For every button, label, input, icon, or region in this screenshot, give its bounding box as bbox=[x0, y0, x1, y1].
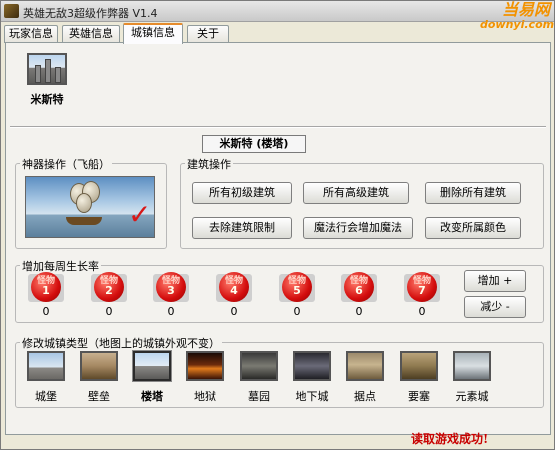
growth-group: 增加每周生长率 怪物 1 0 怪物 2 0 怪物 3 0 怪物 4 0 怪物 5… bbox=[15, 258, 544, 323]
building-group: 建筑操作 所有初级建筑 所有高级建筑 删除所有建筑 去除建筑限制 魔法行会增加魔… bbox=[180, 156, 544, 249]
airship-image[interactable]: ✓ bbox=[25, 176, 155, 238]
growth-count: 0 bbox=[105, 305, 113, 318]
decrease-button[interactable]: 减少 - bbox=[464, 296, 526, 318]
town-type-necropolis[interactable]: 墓园 bbox=[235, 351, 283, 404]
change-owner-color-button[interactable]: 改变所属颜色 bbox=[425, 217, 521, 239]
town-type-conflux[interactable]: 元素城 bbox=[448, 351, 496, 404]
dungeon-thumbnail[interactable] bbox=[293, 351, 331, 381]
all-advanced-buildings-button[interactable]: 所有高级建筑 bbox=[303, 182, 409, 204]
growth-orb-3[interactable]: 怪物 3 0 bbox=[151, 272, 191, 318]
castle-thumbnail[interactable] bbox=[27, 351, 65, 381]
growth-count: 0 bbox=[355, 305, 363, 318]
delete-all-buildings-button[interactable]: 删除所有建筑 bbox=[425, 182, 521, 204]
type-label: 楼塔 bbox=[141, 390, 163, 403]
town-type-group: 修改城镇类型（地图上的城镇外观不变） 城堡 壁垒 楼塔 地狱 墓园 地下城 据点… bbox=[15, 335, 544, 408]
tower-thumbnail[interactable] bbox=[133, 351, 171, 381]
town-type-group-label: 修改城镇类型（地图上的城镇外观不变） bbox=[20, 335, 222, 351]
town-type-stronghold[interactable]: 据点 bbox=[341, 351, 389, 404]
artifact-group-label: 神器操作（飞船） bbox=[20, 156, 112, 172]
town-title-box: 米斯特 (楼塔) bbox=[202, 135, 306, 153]
town-type-dungeon[interactable]: 地下城 bbox=[288, 351, 336, 404]
inferno-thumbnail[interactable] bbox=[186, 351, 224, 381]
type-label: 城堡 bbox=[35, 390, 57, 403]
type-label: 地下城 bbox=[295, 390, 329, 403]
necropolis-thumbnail[interactable] bbox=[240, 351, 278, 381]
increase-button[interactable]: 增加 + bbox=[464, 270, 526, 292]
window-title: 英雄无敌3超级作弊器 V1.4 bbox=[23, 7, 158, 20]
app-icon bbox=[4, 4, 19, 18]
type-label: 墓园 bbox=[248, 390, 270, 403]
type-label: 据点 bbox=[354, 390, 376, 403]
town-thumbnail[interactable] bbox=[27, 53, 67, 85]
growth-count: 0 bbox=[42, 305, 50, 318]
remove-build-limit-button[interactable]: 去除建筑限制 bbox=[192, 217, 292, 239]
tab-hero-info[interactable]: 英雄信息 bbox=[62, 25, 120, 43]
town-card[interactable]: 米斯特 bbox=[23, 53, 71, 107]
checkmark-icon: ✓ bbox=[128, 198, 152, 231]
growth-count: 0 bbox=[418, 305, 426, 318]
building-group-label: 建筑操作 bbox=[185, 156, 233, 172]
divider bbox=[10, 126, 546, 128]
type-label: 地狱 bbox=[194, 390, 216, 403]
brand-main: 当易网 bbox=[501, 0, 550, 19]
stronghold-thumbnail[interactable] bbox=[346, 351, 384, 381]
growth-orb-1[interactable]: 怪物 1 0 bbox=[26, 272, 66, 318]
town-type-tower[interactable]: 楼塔 bbox=[128, 351, 176, 404]
town-info-page: 米斯特 米斯特 (楼塔) 神器操作（飞船） ✓ 建筑操作 所有初级建筑 所有高级… bbox=[5, 42, 551, 435]
main-window: 英雄无敌3超级作弊器 V1.4 当易网 downyi.com 玩家信息 英雄信息… bbox=[0, 0, 555, 450]
monster-orb[interactable]: 怪物 4 bbox=[219, 272, 249, 302]
conflux-thumbnail[interactable] bbox=[453, 351, 491, 381]
growth-orb-5[interactable]: 怪物 5 0 bbox=[277, 272, 317, 318]
monster-orb[interactable]: 怪物 5 bbox=[282, 272, 312, 302]
growth-orb-2[interactable]: 怪物 2 0 bbox=[89, 272, 129, 318]
monster-orb[interactable]: 怪物 2 bbox=[94, 272, 124, 302]
tab-about[interactable]: 关于 bbox=[187, 25, 229, 43]
type-label: 壁垒 bbox=[88, 390, 110, 403]
monster-orb[interactable]: 怪物 3 bbox=[156, 272, 186, 302]
growth-orb-4[interactable]: 怪物 4 0 bbox=[214, 272, 254, 318]
town-name: 米斯特 bbox=[30, 93, 64, 106]
all-basic-buildings-button[interactable]: 所有初级建筑 bbox=[192, 182, 292, 204]
tab-town-info[interactable]: 城镇信息 bbox=[123, 23, 183, 44]
rampart-thumbnail[interactable] bbox=[80, 351, 118, 381]
tab-player-info[interactable]: 玩家信息 bbox=[4, 25, 58, 43]
monster-orb[interactable]: 怪物 1 bbox=[31, 272, 61, 302]
growth-count: 0 bbox=[167, 305, 175, 318]
mage-guild-add-spells-button[interactable]: 魔法行会增加魔法 bbox=[303, 217, 413, 239]
type-label: 元素城 bbox=[455, 390, 489, 403]
growth-orb-6[interactable]: 怪物 6 0 bbox=[339, 272, 379, 318]
monster-orb[interactable]: 怪物 6 bbox=[344, 272, 374, 302]
growth-count: 0 bbox=[293, 305, 301, 318]
town-type-rampart[interactable]: 壁垒 bbox=[75, 351, 123, 404]
status-message: 读取游戏成功! bbox=[411, 432, 489, 446]
title-bar[interactable]: 英雄无敌3超级作弊器 V1.4 当易网 downyi.com bbox=[1, 1, 554, 30]
growth-count: 0 bbox=[230, 305, 238, 318]
brand-watermark: 当易网 downyi.com bbox=[480, 0, 555, 31]
type-label: 要塞 bbox=[408, 390, 430, 403]
brand-sub: downyi.com bbox=[480, 18, 555, 31]
artifact-group: 神器操作（飞船） ✓ bbox=[15, 156, 167, 249]
monster-orb[interactable]: 怪物 7 bbox=[407, 272, 437, 302]
growth-orb-7[interactable]: 怪物 7 0 bbox=[402, 272, 442, 318]
town-type-fortress[interactable]: 要塞 bbox=[395, 351, 443, 404]
fortress-thumbnail[interactable] bbox=[400, 351, 438, 381]
town-type-castle[interactable]: 城堡 bbox=[22, 351, 70, 404]
town-type-inferno[interactable]: 地狱 bbox=[181, 351, 229, 404]
